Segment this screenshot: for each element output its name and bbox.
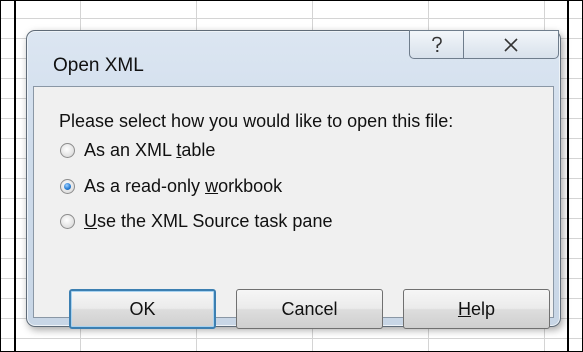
- cancel-button[interactable]: Cancel: [236, 289, 383, 329]
- caption-buttons: [409, 30, 559, 60]
- title-close-button[interactable]: [463, 30, 559, 59]
- option-label-read-only-workbook: As a read-only workbook: [84, 176, 283, 196]
- help-question-icon: [431, 36, 442, 52]
- option-label-xml-source-pane: Use the XML Source task pane: [84, 211, 333, 231]
- option-xml-table[interactable]: As an XML table: [60, 140, 215, 161]
- open-xml-dialog: Open XML Please select how you would lik…: [26, 30, 561, 329]
- dialog-title: Open XML: [53, 55, 144, 76]
- help-button[interactable]: Help: [403, 289, 550, 329]
- option-label-xml-table: As an XML table: [84, 140, 216, 160]
- sheet-left-border: [14, 0, 16, 352]
- radio-xml-table[interactable]: [60, 143, 75, 158]
- dialog-prompt: Please select how you would like to open…: [59, 111, 454, 131]
- dialog-client-area: Please select how you would like to open…: [33, 86, 554, 329]
- option-xml-source-pane[interactable]: Use the XML Source task pane: [60, 211, 332, 232]
- radio-xml-source-pane[interactable]: [60, 214, 75, 229]
- sheet-right-border: [567, 0, 569, 352]
- close-x-icon: [504, 37, 518, 52]
- option-read-only-workbook[interactable]: As a read-only workbook: [60, 176, 282, 197]
- title-help-button[interactable]: [409, 30, 463, 59]
- ok-button[interactable]: OK: [69, 289, 216, 329]
- radio-read-only-workbook[interactable]: [60, 179, 75, 194]
